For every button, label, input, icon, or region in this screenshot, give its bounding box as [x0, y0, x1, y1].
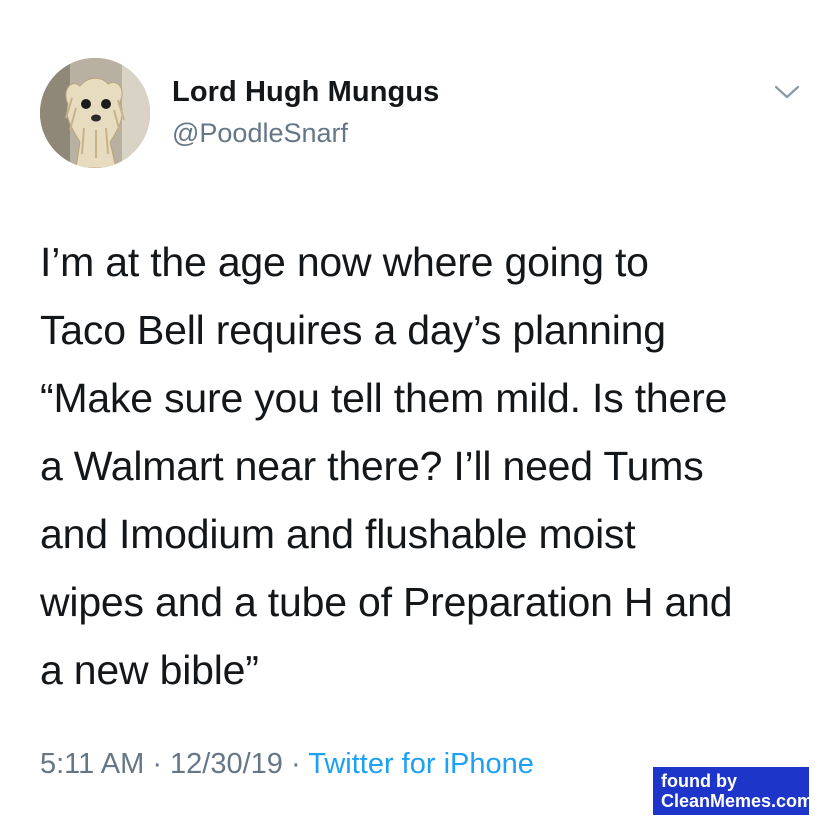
- tweet-text: I’m at the age now where going to Taco B…: [40, 239, 733, 693]
- tweet-card: Lord Hugh Mungus @PoodleSnarf I’m at the…: [0, 0, 840, 840]
- author-handle[interactable]: @PoodleSnarf: [172, 118, 348, 149]
- tweet-date[interactable]: 12/30/19: [170, 748, 283, 780]
- tweet-source-link[interactable]: Twitter for iPhone: [308, 748, 534, 780]
- chevron-down-icon[interactable]: [772, 80, 802, 104]
- watermark-badge: found by CleanMemes.com: [653, 767, 814, 815]
- avatar[interactable]: [40, 58, 150, 168]
- author-display-name[interactable]: Lord Hugh Mungus: [172, 76, 439, 109]
- meta-separator: ·: [291, 748, 301, 780]
- meta-separator: ·: [152, 748, 162, 780]
- tweet-metadata: 5:11 AM · 12/30/19 · Twitter for iPhone: [40, 748, 534, 781]
- watermark-line-2: CleanMemes.com: [661, 791, 814, 811]
- tweet-time: 5:11 AM: [40, 748, 145, 780]
- watermark-line-1: found by: [661, 771, 737, 791]
- dog-photo-icon: [40, 58, 150, 168]
